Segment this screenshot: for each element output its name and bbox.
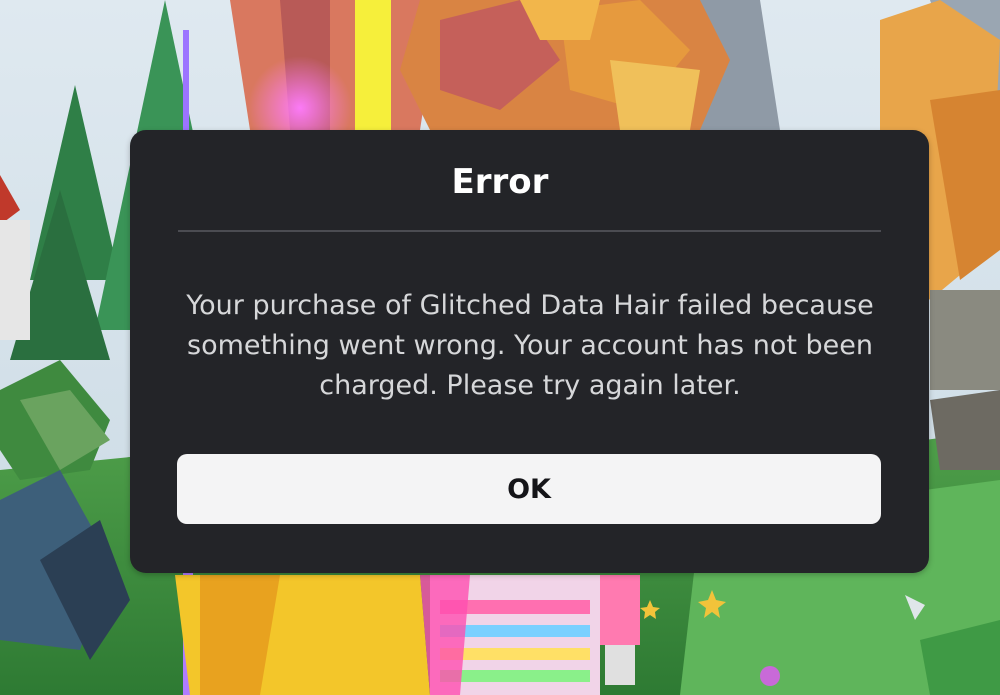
dialog-title: Error <box>451 162 549 202</box>
title-divider <box>178 230 881 232</box>
dialog-message: Your purchase of Glitched Data Hair fail… <box>186 290 874 401</box>
ok-button[interactable]: OK <box>177 454 881 524</box>
